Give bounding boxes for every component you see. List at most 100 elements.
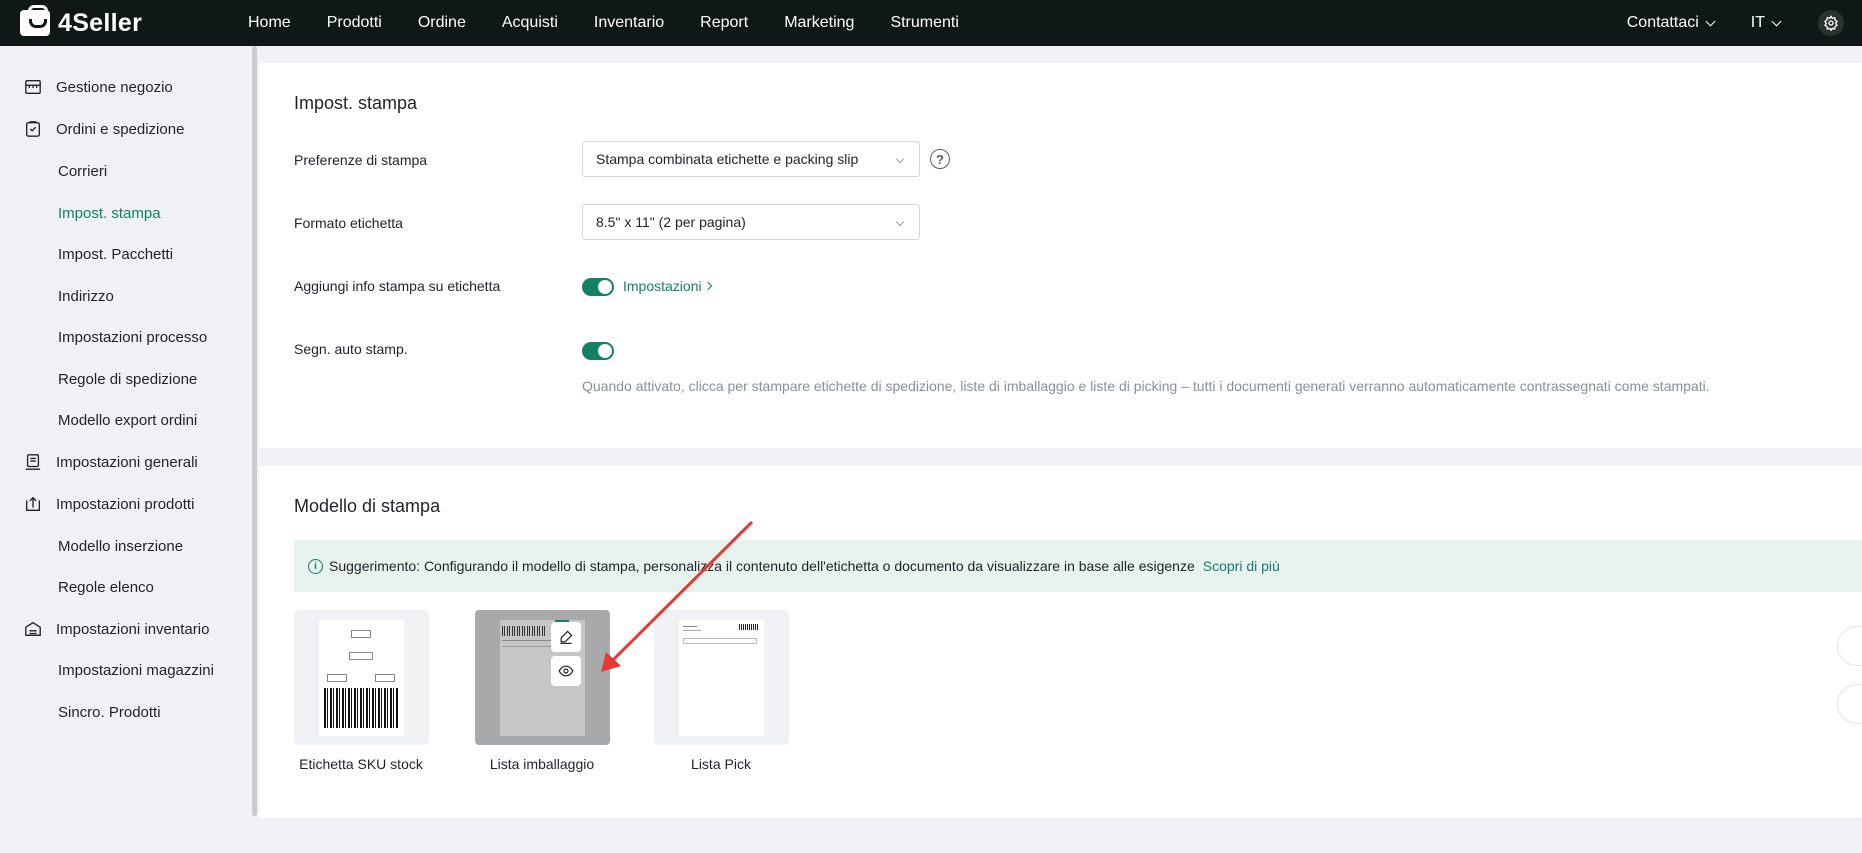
sidebar-item-label: Impostazioni magazzini	[58, 661, 214, 679]
label-format-value: 8.5" x 11" (2 per pagina)	[596, 214, 746, 230]
section-title: Impost. stampa	[294, 93, 418, 113]
nav-prodotti[interactable]: Prodotti	[327, 14, 382, 32]
print-templates-card: Modello di stampa i Suggerimento: Config…	[259, 466, 1862, 818]
sidebar-item-impostazioni-generali[interactable]: Impostazioni generali	[0, 440, 198, 484]
print-info-settings-link[interactable]: Impostazioni	[623, 278, 712, 294]
sidebar-item-sincro-prodotti[interactable]: Sincro. Prodotti	[0, 690, 161, 734]
sidebar-item-label: Regole elenco	[58, 578, 154, 596]
sidebar-item-gestione-negozio[interactable]: Gestione negozio	[0, 65, 173, 109]
sidebar-item-label: Modello inserzione	[58, 537, 184, 555]
logo-text: 4Seller	[58, 8, 143, 37]
learn-more-link[interactable]: Scopri di più	[1203, 558, 1280, 574]
sidebar-item-label: Impostazioni inventario	[56, 620, 210, 638]
language-menu[interactable]: IT	[1750, 14, 1782, 32]
template-label-packing: Lista imballaggio	[489, 756, 595, 772]
side-float-button[interactable]	[1837, 684, 1862, 724]
sidebar-item-regole-spedizione[interactable]: Regole di spedizione	[0, 357, 197, 401]
sidebar-item-impostazioni-magazzini[interactable]: Impostazioni magazzini	[0, 648, 214, 692]
settings-button[interactable]	[1818, 10, 1844, 36]
label-format-select[interactable]: 8.5" x 11" (2 per pagina)	[582, 204, 920, 240]
nav-inventario[interactable]: Inventario	[594, 14, 664, 32]
sidebar-item-label: Impost. Pacchetti	[58, 245, 174, 263]
sidebar-item-indirizzo[interactable]: Indirizzo	[0, 274, 114, 318]
auto-mark-printed-hint: Quando attivato, clicca per stampare eti…	[582, 378, 1710, 394]
auto-mark-printed-label: Segn. auto stamp.	[294, 341, 408, 357]
language-label: IT	[1750, 14, 1765, 31]
sidebar-item-label: Modello export ordini	[58, 411, 198, 429]
contact-menu[interactable]: Contattaci	[1626, 14, 1716, 32]
sidebar-item-label: Impostazioni processo	[58, 328, 208, 346]
tip-text: Suggerimento: Configurando il modello di…	[329, 558, 1195, 574]
top-right-controls: Contattaci IT	[1627, 0, 1862, 46]
order-icon	[26, 121, 40, 137]
print-preference-select[interactable]: Stampa combinata etichette e packing sli…	[582, 141, 920, 177]
template-label-sku: Etichetta SKU stock	[299, 756, 423, 772]
warehouse-icon	[25, 621, 41, 636]
pick-list-preview	[679, 620, 764, 736]
sidebar-item-ordini-spedizione[interactable]: Ordini e spedizione	[0, 107, 184, 151]
chevron-down-icon	[895, 154, 905, 164]
help-icon[interactable]: ?	[930, 149, 950, 169]
sidebar-item-label: Impost. stampa	[58, 204, 161, 222]
store-icon	[25, 80, 41, 94]
template-thumbnail-pick-list[interactable]	[654, 610, 789, 745]
sidebar-item-impostazioni-inventario[interactable]: Impostazioni inventario	[0, 607, 209, 651]
sidebar-item-label: Indirizzo	[58, 287, 114, 305]
contact-label: Contattaci	[1626, 14, 1699, 31]
sidebar-item-label: Sincro. Prodotti	[58, 703, 161, 721]
label-format-label: Formato etichetta	[294, 215, 403, 231]
top-navigation-bar: 4Seller Home Prodotti Ordine Acquisti In…	[0, 0, 1862, 46]
settings-doc-icon	[25, 454, 41, 470]
section-title: Modello di stampa	[294, 496, 441, 516]
nav-acquisti[interactable]: Acquisti	[502, 14, 558, 32]
nav-marketing[interactable]: Marketing	[784, 14, 854, 32]
nav-ordine[interactable]: Ordine	[418, 14, 466, 32]
add-print-info-toggle[interactable]	[582, 278, 614, 296]
template-label-pick: Lista Pick	[691, 756, 751, 772]
template-thumbnail-sku-label[interactable]	[294, 610, 429, 745]
upload-box-icon	[26, 496, 40, 511]
chevron-down-icon	[1705, 16, 1716, 26]
sidebar-item-impostazioni-prodotti[interactable]: Impostazioni prodotti	[0, 482, 194, 526]
eye-icon	[558, 665, 574, 677]
sidebar-item-regole-elenco[interactable]: Regole elenco	[0, 565, 154, 609]
sidebar-item-label: Corrieri	[58, 162, 108, 180]
sidebar-item-modello-inserzione[interactable]: Modello inserzione	[0, 524, 183, 568]
print-preference-label: Preferenze di stampa	[294, 152, 428, 168]
tip-banner: i Suggerimento: Configurando il modello …	[294, 540, 1862, 592]
gear-icon	[1824, 15, 1838, 31]
side-float-button[interactable]	[1837, 626, 1862, 666]
eraser-edit-icon	[560, 630, 573, 644]
chevron-down-icon	[895, 217, 905, 227]
chevron-down-icon	[1771, 16, 1782, 26]
main-nav: Home Prodotti Ordine Acquisti Inventario…	[248, 14, 995, 32]
preview-template-button[interactable]	[551, 656, 581, 686]
nav-home[interactable]: Home	[248, 14, 291, 32]
template-thumbnail-packing-list[interactable]	[475, 610, 610, 745]
sidebar-item-impost-stampa[interactable]: Impost. stampa	[0, 191, 161, 235]
label-preview	[319, 620, 404, 736]
print-settings-card: Impost. stampa Preferenze di stampa Stam…	[259, 63, 1862, 448]
print-preference-value: Stampa combinata etichette e packing sli…	[596, 151, 859, 167]
sidebar-item-label: Impostazioni prodotti	[56, 495, 195, 513]
app-logo[interactable]: 4Seller	[20, 5, 210, 38]
print-info-settings-label: Impostazioni	[623, 278, 702, 294]
info-icon: i	[308, 558, 323, 574]
sidebar-item-label: Impostazioni generali	[56, 453, 198, 471]
nav-strumenti[interactable]: Strumenti	[890, 14, 958, 32]
sidebar-item-corrieri[interactable]: Corrieri	[0, 149, 107, 193]
sidebar-item-label: Gestione negozio	[56, 78, 173, 96]
auto-mark-printed-toggle[interactable]	[582, 342, 614, 360]
chevron-right-icon	[703, 281, 712, 291]
nav-report[interactable]: Report	[700, 14, 748, 32]
sidebar-item-modello-export-ordini[interactable]: Modello export ordini	[0, 398, 197, 442]
sidebar-item-impostazioni-processo[interactable]: Impostazioni processo	[0, 315, 207, 359]
logo-bag-icon	[20, 5, 50, 36]
sidebar: Gestione negozio Ordini e spedizione Cor…	[0, 46, 252, 853]
add-print-info-label: Aggiungi info stampa su etichetta	[294, 278, 501, 294]
sidebar-scrollbar[interactable]	[252, 46, 257, 816]
sidebar-item-label: Ordini e spedizione	[56, 120, 185, 138]
sidebar-item-label: Regole di spedizione	[58, 370, 198, 388]
sidebar-item-impost-pacchetti[interactable]: Impost. Pacchetti	[0, 232, 173, 276]
edit-template-button[interactable]	[551, 622, 581, 652]
